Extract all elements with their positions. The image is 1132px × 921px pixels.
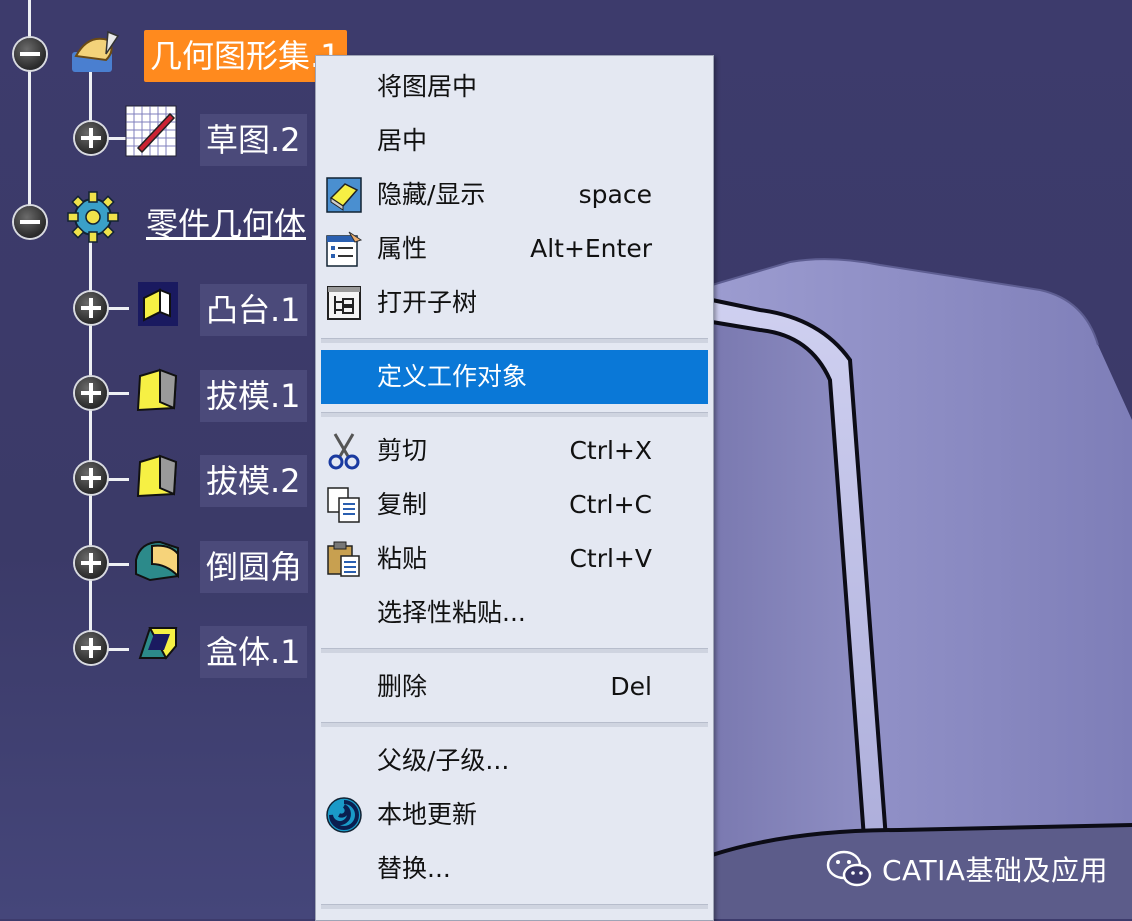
draft-icon [136, 368, 178, 412]
hide-show-icon [326, 177, 362, 213]
menu-item-shortcut: Del [610, 672, 652, 701]
menu-item-label: 属性 [377, 234, 428, 263]
menu-item-center-graph[interactable]: 将图居中 [321, 60, 708, 114]
expand-toggle[interactable] [75, 292, 107, 324]
shell-icon [138, 627, 178, 660]
collapse-toggle[interactable] [14, 206, 46, 238]
menu-item-shortcut: Alt+Enter [530, 234, 652, 263]
menu-separator [321, 648, 708, 653]
menu-separator [321, 722, 708, 727]
tree-item-shell[interactable]: 盒体.1 [200, 626, 307, 678]
menu-item-label: 删除 [377, 672, 428, 701]
menu-item-label: 定义工作对象 [377, 362, 528, 391]
open-subtree-icon [327, 286, 361, 320]
expand-toggle[interactable] [75, 377, 107, 409]
menu-item-label: 选择性粘贴... [377, 598, 526, 627]
menu-item-label: 打开子树 [377, 288, 478, 317]
scissors-icon [328, 433, 360, 470]
expand-toggle[interactable] [75, 122, 107, 154]
menu-item-shortcut: Ctrl+X [569, 436, 652, 465]
menu-separator [321, 904, 708, 909]
watermark: CATIA基础及应用 [826, 846, 1108, 892]
menu-item-label: 粘贴 [377, 544, 428, 573]
menu-item-local-update[interactable]: 本地更新 [321, 788, 708, 842]
wechat-icon [826, 850, 872, 887]
tree-item-fillet[interactable]: 倒圆角 [200, 541, 309, 593]
menu-item-properties[interactable]: 属性 Alt+Enter [321, 222, 708, 276]
menu-separator [321, 338, 708, 343]
menu-item-label: 复制 [377, 490, 428, 519]
expand-toggle[interactable] [75, 462, 107, 494]
draft-icon [136, 454, 178, 498]
menu-item-replace[interactable]: 替换... [321, 842, 708, 896]
tree-item-sketch[interactable]: 草图.2 [200, 114, 307, 166]
expand-toggle[interactable] [75, 632, 107, 664]
tree-item-draft-2[interactable]: 拔模.2 [200, 455, 307, 507]
menu-separator [321, 412, 708, 417]
sketch-icon [125, 105, 177, 157]
paste-icon [327, 541, 360, 577]
menu-item-paste-special[interactable]: 选择性粘贴... [321, 586, 708, 640]
menu-item-shortcut: Ctrl+V [569, 544, 652, 573]
geometrical-set-icon [72, 30, 120, 72]
menu-item-label: 本地更新 [377, 800, 478, 829]
menu-item-cut[interactable]: 剪切 Ctrl+X [321, 424, 708, 478]
tree-line [28, 0, 31, 220]
pad-icon [138, 282, 178, 326]
menu-item-label: 替换... [377, 854, 451, 883]
catia-workspace: 几何图形集.1 草图.2 零件几何体 凸台.1 拔模.1 拔模.2 倒圆角 盒体… [0, 0, 1132, 921]
properties-icon [326, 231, 363, 267]
tree-item-part-body[interactable]: 零件几何体 [140, 198, 312, 250]
collapse-toggle[interactable] [14, 38, 46, 70]
menu-item-paste[interactable]: 粘贴 Ctrl+V [321, 532, 708, 586]
menu-item-label: 将图居中 [377, 72, 478, 101]
tree-item-draft-1[interactable]: 拔模.1 [200, 370, 307, 422]
menu-item-hide-show[interactable]: 隐藏/显示 space [321, 168, 708, 222]
copy-icon [327, 487, 360, 523]
fillet-icon [135, 540, 179, 582]
expand-toggle[interactable] [75, 547, 107, 579]
watermark-text: CATIA基础及应用 [882, 854, 1109, 887]
menu-item-shortcut: space [578, 180, 652, 209]
local-update-icon [326, 797, 362, 833]
context-menu: 将图居中 居中 隐藏/显示 space 属性 Alt+Enter 打开子树 定义… [315, 55, 714, 921]
menu-item-center[interactable]: 居中 [321, 114, 708, 168]
menu-item-open-subtree[interactable]: 打开子树 [321, 276, 708, 330]
menu-item-label: 父级/子级... [377, 746, 510, 775]
tree-item-pad[interactable]: 凸台.1 [200, 284, 307, 336]
menu-item-label: 剪切 [377, 436, 428, 465]
menu-item-shortcut: Ctrl+C [569, 490, 652, 519]
part-body-gear-icon [67, 191, 119, 243]
menu-item-label: 隐藏/显示 [377, 180, 486, 209]
menu-item-define-in-work-object[interactable]: 定义工作对象 [321, 350, 708, 404]
menu-item-parents-children[interactable]: 父级/子级... [321, 734, 708, 788]
menu-item-label: 居中 [377, 126, 428, 155]
menu-item-copy[interactable]: 复制 Ctrl+C [321, 478, 708, 532]
menu-item-delete[interactable]: 删除 Del [321, 660, 708, 714]
